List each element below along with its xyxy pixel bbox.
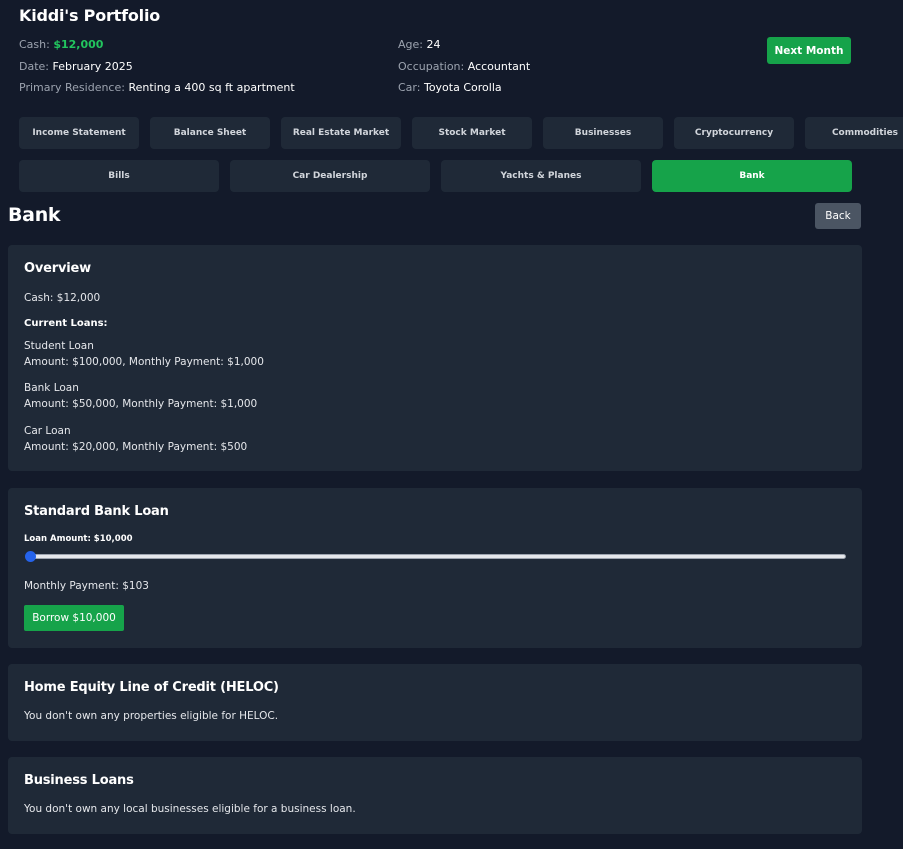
business-loans-message: You don't own any local businesses eligi… [24, 803, 356, 815]
overview-heading: Overview [24, 261, 91, 276]
page-title: Bank [8, 204, 61, 226]
next-month-button[interactable]: Next Month [767, 37, 851, 64]
standard-loan-card: Standard Bank Loan Loan Amount: $10,000 … [8, 488, 862, 648]
back-button[interactable]: Back [815, 203, 861, 229]
tab-cryptocurrency[interactable]: Cryptocurrency [674, 117, 794, 149]
business-loans-card: Business Loans You don't own any local b… [8, 757, 862, 834]
tab-car-dealership[interactable]: Car Dealership [230, 160, 430, 192]
loan-name: Student Loan [24, 340, 94, 352]
loan-details: Amount: $50,000, Monthly Payment: $1,000 [24, 398, 258, 410]
monthly-payment: Monthly Payment: $103 [24, 580, 149, 592]
tabs-row-secondary: Bills Car Dealership Yachts & Planes Ban… [19, 160, 852, 192]
tab-stock-market[interactable]: Stock Market [412, 117, 532, 149]
tab-balance-sheet[interactable]: Balance Sheet [150, 117, 270, 149]
tabs-row-primary: Income Statement Balance Sheet Real Esta… [19, 117, 903, 149]
standard-loan-heading: Standard Bank Loan [24, 504, 169, 519]
tab-commodities[interactable]: Commodities [805, 117, 903, 149]
car-value: Toyota Corolla [423, 81, 502, 94]
loan-details: Amount: $20,000, Monthly Payment: $500 [24, 441, 248, 453]
cash-value: $12,000 [53, 38, 104, 51]
date-value: February 2025 [52, 60, 133, 73]
loan-name: Bank Loan [24, 382, 79, 394]
age-value: 24 [426, 38, 441, 51]
loan-amount-slider[interactable] [28, 554, 846, 559]
tab-bank[interactable]: Bank [652, 160, 852, 192]
occupation-value: Accountant [467, 60, 531, 73]
borrow-button[interactable]: Borrow $10,000 [24, 605, 124, 631]
date-info: Date: February 2025 [19, 60, 133, 73]
car-info: Car: Toyota Corolla [398, 81, 502, 94]
occupation-info: Occupation: Accountant [398, 60, 530, 73]
overview-card: Overview Cash: $12,000 Current Loans: St… [8, 245, 862, 471]
occupation-label: Occupation: [398, 60, 465, 73]
loan-details: Amount: $100,000, Monthly Payment: $1,00… [24, 356, 264, 368]
cash-label: Cash: [19, 38, 50, 51]
tab-yachts-planes[interactable]: Yachts & Planes [441, 160, 641, 192]
portfolio-header: Kiddi's Portfolio Cash: $12,000 Date: Fe… [19, 0, 859, 108]
car-label: Car: [398, 81, 421, 94]
loan-name: Car Loan [24, 425, 71, 437]
age-label: Age: [398, 38, 423, 51]
residence-value: Renting a 400 sq ft apartment [128, 81, 295, 94]
portfolio-title: Kiddi's Portfolio [19, 6, 161, 25]
age-info: Age: 24 [398, 38, 440, 51]
tab-bills[interactable]: Bills [19, 160, 219, 192]
heloc-heading: Home Equity Line of Credit (HELOC) [24, 680, 279, 695]
tab-income-statement[interactable]: Income Statement [19, 117, 139, 149]
heloc-card: Home Equity Line of Credit (HELOC) You d… [8, 664, 862, 741]
tab-businesses[interactable]: Businesses [543, 117, 663, 149]
cash-info: Cash: $12,000 [19, 38, 103, 51]
residence-label: Primary Residence: [19, 81, 125, 94]
date-label: Date: [19, 60, 49, 73]
business-loans-heading: Business Loans [24, 773, 134, 788]
overview-cash: Cash: $12,000 [24, 292, 101, 304]
heloc-message: You don't own any properties eligible fo… [24, 710, 279, 722]
loan-amount-label: Loan Amount: $10,000 [24, 534, 133, 544]
residence-info: Primary Residence: Renting a 400 sq ft a… [19, 81, 295, 94]
current-loans-heading: Current Loans: [24, 318, 108, 329]
tab-real-estate-market[interactable]: Real Estate Market [281, 117, 401, 149]
loan-amount-slider-thumb[interactable] [25, 551, 36, 562]
